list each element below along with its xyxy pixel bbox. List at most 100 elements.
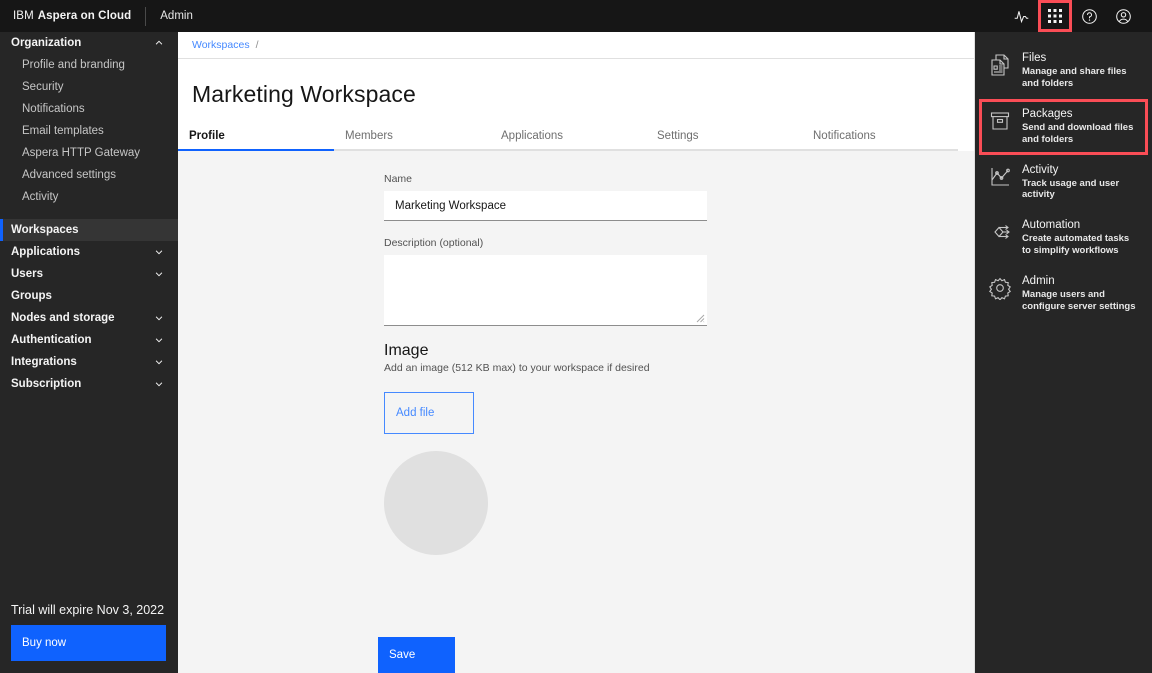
tab-profile[interactable]: Profile <box>178 122 334 151</box>
sidebar-item-label: Profile and branding <box>22 59 125 71</box>
sidebar-item-label: Activity <box>22 191 59 203</box>
profile-form-panel: Name Description (optional) <box>178 151 974 673</box>
main-content: Workspaces / Marketing Workspace Profile… <box>178 32 974 673</box>
description-textarea[interactable] <box>384 255 707 326</box>
brand-divider <box>145 6 147 26</box>
breadcrumb-link-workspaces[interactable]: Workspaces <box>192 39 250 51</box>
tab-settings[interactable]: Settings <box>646 122 802 151</box>
name-input[interactable] <box>384 191 707 221</box>
app-entry-text: Activity Track usage and user activity <box>1022 164 1140 202</box>
sidebar-item-label: Authentication <box>11 334 92 346</box>
sidebar-item-label: Advanced settings <box>22 169 116 181</box>
files-document-icon <box>988 53 1012 77</box>
save-button[interactable]: Save <box>378 637 455 673</box>
brand-product-label: Aspera on Cloud <box>37 10 132 22</box>
activity-pulse-icon[interactable] <box>1004 0 1038 32</box>
form-column: Name Description (optional) <box>178 173 974 555</box>
sidebar-item-label: Integrations <box>11 356 77 368</box>
sidebar-item-workspaces[interactable]: Workspaces <box>0 219 178 241</box>
app-switcher-panel: Files Manage and share files and folders P… <box>974 32 1152 673</box>
chevron-down-icon <box>154 247 164 257</box>
sidebar-item-aspera-http-gateway[interactable]: Aspera HTTP Gateway <box>0 142 178 164</box>
add-file-button[interactable]: Add file <box>384 392 474 434</box>
activity-chart-icon <box>988 165 1012 189</box>
sidebar-item-email-templates[interactable]: Email templates <box>0 120 178 142</box>
sidebar-item-label: Groups <box>11 290 52 302</box>
automation-workflow-icon <box>988 220 1012 244</box>
app-entry-description: Send and download files and folders <box>1022 121 1134 145</box>
top-header-bar: IBM Aspera on Cloud Admin <box>0 0 1152 32</box>
app-entry-automation[interactable]: Automation Create automated tasks to simp… <box>975 210 1152 266</box>
application-window: IBM Aspera on Cloud Admin Organization P… <box>0 0 1152 673</box>
sidebar-item-label: Email templates <box>22 125 104 137</box>
brand-area: IBM Aspera on Cloud Admin <box>0 0 193 32</box>
header-action-icons <box>1004 0 1152 32</box>
tab-members[interactable]: Members <box>334 122 490 151</box>
sidebar-item-notifications[interactable]: Notifications <box>0 98 178 120</box>
breadcrumb-separator: / <box>255 39 259 51</box>
left-sidebar: Organization Profile and branding Security… <box>0 32 178 673</box>
sidebar-item-applications[interactable]: Applications <box>0 241 178 263</box>
sidebar-nav-list: Organization Profile and branding Security… <box>0 32 178 603</box>
breadcrumb: Workspaces / <box>178 32 974 59</box>
workspace-image-placeholder[interactable] <box>384 451 488 555</box>
sidebar-item-label: Users <box>11 268 43 280</box>
sidebar-item-label: Subscription <box>11 378 82 390</box>
body-region: Organization Profile and branding Security… <box>0 32 1152 673</box>
app-entry-description: Manage and share files and folders <box>1022 66 1127 89</box>
trial-expiry-text: Trial will expire Nov 3, 2022 <box>11 603 165 617</box>
sidebar-item-label: Applications <box>11 246 81 258</box>
chevron-down-icon <box>154 357 164 367</box>
chevron-down-icon <box>154 313 164 323</box>
sidebar-item-profile-and-branding[interactable]: Profile and branding <box>0 54 178 76</box>
app-entry-text: Automation Create automated tasks to simp… <box>1022 219 1140 257</box>
packages-box-icon <box>988 109 1012 133</box>
page-title: Marketing Workspace <box>192 81 416 107</box>
tab-applications[interactable]: Applications <box>490 122 646 151</box>
sidebar-item-label: Workspaces <box>11 224 79 236</box>
sidebar-item-users[interactable]: Users <box>0 263 178 285</box>
sidebar-item-label: Nodes and storage <box>11 312 115 324</box>
app-switcher-grid-icon[interactable] <box>1038 0 1072 32</box>
sidebar-item-subscription[interactable]: Subscription <box>0 373 178 395</box>
sidebar-item-label: Aspera HTTP Gateway <box>22 147 141 159</box>
app-entry-description: Track usage and user activity <box>1022 177 1120 201</box>
app-entry-description: Create automated tasks to simplify workf… <box>1022 233 1130 257</box>
sidebar-item-security[interactable]: Security <box>0 76 178 98</box>
app-entry-name: Files <box>1022 52 1047 64</box>
sidebar-item-nodes-and-storage[interactable]: Nodes and storage <box>0 307 178 329</box>
trial-notice: Trial will expire Nov 3, 2022 Buy now <box>0 603 178 673</box>
sidebar-item-activity[interactable]: Activity <box>0 186 178 208</box>
app-entry-name: Packages <box>1022 107 1073 120</box>
sidebar-item-organization[interactable]: Organization <box>0 32 178 54</box>
sidebar-item-groups[interactable]: Groups <box>0 285 178 307</box>
user-avatar-icon[interactable] <box>1106 0 1140 32</box>
brand-ibm-label: IBM <box>13 10 34 22</box>
tab-notifications[interactable]: Notifications <box>802 122 958 151</box>
sidebar-item-integrations[interactable]: Integrations <box>0 351 178 373</box>
image-section-subtext: Add an image (512 KB max) to your worksp… <box>384 362 650 374</box>
app-entry-name: Activity <box>1022 163 1059 176</box>
chevron-down-icon <box>154 379 164 389</box>
app-entry-activity[interactable]: Activity Track usage and user activity <box>975 155 1152 211</box>
tab-bar: Profile Members Applications Settings Notifi… <box>178 122 974 151</box>
help-icon[interactable] <box>1072 0 1106 32</box>
app-entry-packages[interactable]: Packages Send and download files and fold… <box>975 98 1152 155</box>
sidebar-item-advanced-settings[interactable]: Advanced settings <box>0 164 178 186</box>
sidebar-item-label: Notifications <box>22 103 85 115</box>
buy-now-button[interactable]: Buy now <box>11 625 166 661</box>
chevron-down-icon <box>154 269 164 279</box>
app-entry-description: Manage users and configure server settin… <box>1022 289 1136 312</box>
app-entry-files[interactable]: Files Manage and share files and folders <box>975 43 1152 99</box>
sidebar-item-authentication[interactable]: Authentication <box>0 329 178 351</box>
app-entry-text: Files Manage and share files and folders <box>1022 52 1140 90</box>
chevron-down-icon <box>154 38 164 48</box>
app-entry-text: Packages Send and download files and fold… <box>1022 108 1140 146</box>
chevron-down-icon <box>154 335 164 345</box>
sidebar-item-label: Organization <box>11 37 82 49</box>
sidebar-item-label: Security <box>22 81 64 93</box>
description-field-label: Description (optional) <box>384 237 484 249</box>
brand-section-label[interactable]: Admin <box>160 10 193 22</box>
app-entry-admin[interactable]: Admin Manage users and configure server s… <box>975 266 1152 322</box>
